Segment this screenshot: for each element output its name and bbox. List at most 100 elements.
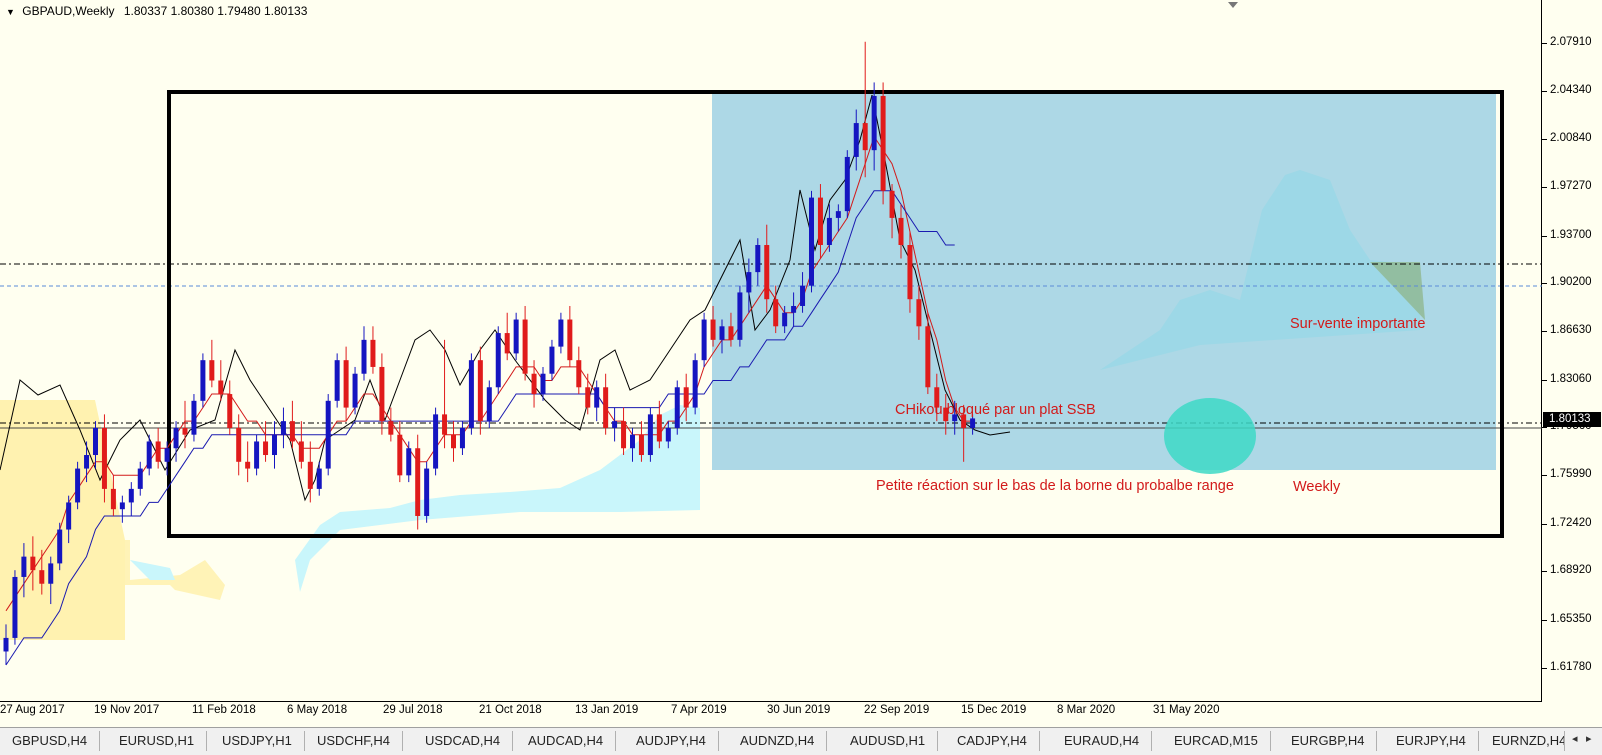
candle-body [263, 441, 269, 456]
candle-body [200, 360, 206, 401]
candle-body [3, 637, 9, 652]
candle-body [316, 468, 322, 489]
candle-body [57, 529, 63, 564]
candle-body [916, 299, 922, 327]
price-axis-label: 2.00840 [1550, 131, 1592, 144]
candle-body [674, 387, 680, 428]
candle-body [701, 319, 707, 361]
price-axis-label: 1.65350 [1550, 612, 1592, 625]
chart-menu-arrow-icon[interactable]: ▼ [6, 7, 15, 17]
candle-body [835, 211, 841, 218]
symbol-tab[interactable]: AUDJPY,H4 [624, 731, 719, 751]
candle-body [540, 373, 546, 395]
candle-body [388, 421, 394, 435]
time-axis-label: 8 Mar 2020 [1057, 704, 1116, 716]
candle-body [191, 400, 197, 435]
time-axis-label: 21 Oct 2018 [479, 704, 542, 716]
time-axis-label: 27 Aug 2017 [0, 704, 65, 716]
candle-body [343, 360, 349, 408]
candle-body [415, 448, 421, 516]
candle-body [209, 360, 215, 381]
candle-body [710, 319, 716, 340]
price-axis-label: 1.90200 [1550, 275, 1592, 288]
symbol-tab[interactable]: USDJPY,H1 [210, 731, 305, 751]
symbol-tab[interactable]: EURGBP,H4 [1279, 731, 1378, 751]
candle-body [692, 360, 698, 408]
price-axis-tick [1542, 331, 1547, 333]
candle-body [800, 285, 806, 306]
candle-body [48, 563, 54, 584]
candle-body [782, 312, 788, 327]
symbol-tab[interactable]: USDCAD,H4 [413, 731, 514, 751]
candle-body [30, 556, 36, 571]
symbol-tab[interactable]: EURJPY,H4 [1384, 731, 1479, 751]
annotation-petite-reaction: Petite réaction sur le bas de la borne d… [876, 478, 1234, 494]
candle-body [764, 245, 770, 300]
candle-body [325, 400, 331, 469]
candle-body [397, 434, 403, 476]
candle-body [442, 414, 448, 435]
price-axis-tick [1542, 282, 1547, 284]
time-axis-label: 30 Jun 2019 [767, 704, 831, 716]
symbol-tab[interactable]: EURUSD,H1 [107, 731, 208, 751]
ohlc-label: 1.80337 1.80380 1.79480 1.80133 [123, 4, 308, 18]
candle-body [298, 441, 304, 462]
candle-body [495, 333, 501, 388]
chart-plot-area[interactable] [0, 0, 1542, 702]
price-axis-tick [1542, 475, 1547, 477]
candle-body [871, 95, 877, 151]
price-axis-label: 1.68920 [1550, 564, 1592, 577]
candle-body [119, 502, 125, 510]
candle-body [334, 360, 340, 401]
candle-body [182, 427, 188, 435]
time-axis-label: 15 Dec 2019 [961, 704, 1027, 716]
candle-body [567, 319, 573, 361]
candle-body [844, 156, 850, 212]
candle-body [370, 339, 376, 367]
symbol-tab[interactable]: USDCHF,H4 [305, 731, 403, 751]
candle-body [451, 434, 456, 449]
symbol-tab[interactable]: CADJPY,H4 [945, 731, 1040, 751]
symbol-tab[interactable]: EURAUD,H4 [1052, 731, 1153, 751]
candle-body [146, 441, 152, 469]
tab-scroll-right-icon[interactable]: ▸ [1586, 732, 1592, 745]
symbol-tab[interactable]: AUDCAD,H4 [516, 731, 617, 751]
candle-body [773, 299, 779, 327]
candle-body [809, 197, 814, 286]
candle-body [817, 197, 823, 246]
symbol-tab[interactable]: AUDUSD,H1 [838, 731, 939, 751]
candle-body [665, 427, 671, 442]
candle-body [755, 245, 761, 273]
tab-scroll-left-icon[interactable]: ◂ [1572, 732, 1578, 745]
candle-body [424, 468, 430, 516]
highlight-circle [1164, 398, 1256, 474]
price-axis[interactable]: 2.07910 2.04340 2.00840 1.97270 1.93700 1.902… [1542, 0, 1602, 702]
symbol-tab[interactable]: EURCAD,M15 [1162, 731, 1271, 751]
candle-body [468, 360, 474, 428]
candle-body [486, 387, 492, 422]
symbol-tab[interactable]: GBPUSD,H4 [0, 731, 101, 751]
symbol-tab[interactable]: AUDNZD,H4 [728, 731, 828, 751]
candle-body [433, 414, 439, 469]
candle-body [683, 387, 689, 408]
candle-body [826, 217, 832, 246]
price-axis-label: 1.61780 [1550, 661, 1592, 673]
candle-body [39, 570, 45, 584]
candle-body [66, 502, 72, 530]
time-axis-label: 22 Sep 2019 [864, 704, 930, 716]
candle-body [227, 394, 233, 428]
price-axis-tick [1542, 138, 1547, 140]
candle-body [477, 360, 483, 422]
price-axis-label: 1.75990 [1550, 468, 1592, 481]
symbol-tab[interactable]: EURNZD,H4 [1480, 731, 1565, 751]
annotation-chikou: CHikou bloqué par un plat SSB [895, 402, 1096, 418]
chart-canvas[interactable] [0, 0, 1542, 702]
candle-body [558, 319, 564, 347]
candle-body [93, 427, 98, 456]
candle-body [594, 387, 600, 408]
candle-body [173, 427, 179, 449]
annotation-sur-vente: Sur-vente importante [1290, 316, 1426, 332]
candle-body [84, 455, 90, 469]
chart-header: ▼ GBPAUD,Weekly 1.80337 1.80380 1.79480 … [6, 4, 307, 18]
symbol-tab-bar: GBPUSD,H4 EURUSD,H1 USDJPY,H1 USDCHF,H4 USDC… [0, 727, 1602, 755]
